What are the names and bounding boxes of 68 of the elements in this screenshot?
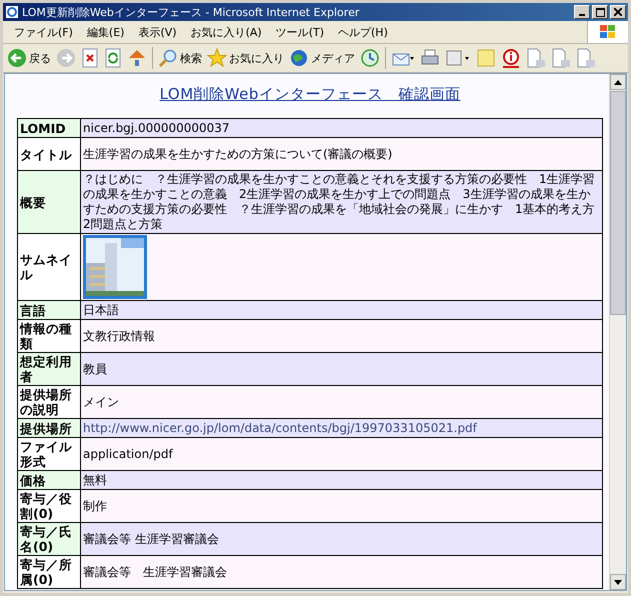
field-label: 情報の種類 — [18, 320, 80, 352]
doc-button[interactable] — [551, 48, 571, 68]
field-value: 文教行政情報 — [80, 320, 602, 352]
note-icon — [476, 48, 496, 68]
field-label: 寄与／氏名(0) — [18, 522, 80, 556]
scrollbar[interactable] — [609, 74, 626, 590]
maximize-button[interactable] — [592, 5, 608, 19]
file-link[interactable]: http://www.nicer.go.jp/lom/data/contents/bgj/1997033105021.pdf — [80, 418, 602, 438]
menu-item[interactable]: 編集(E) — [80, 24, 132, 40]
globe-icon — [289, 48, 309, 68]
field-value: 日本語 — [80, 300, 602, 320]
home-button[interactable] — [127, 48, 147, 68]
field-value: メイン — [80, 386, 602, 418]
field-value: 制作 — [80, 490, 602, 522]
clock-icon — [360, 48, 380, 68]
info-button[interactable] — [501, 48, 521, 68]
document-icon — [576, 48, 596, 68]
field-label: 提供場所 — [18, 418, 80, 438]
maximize-icon — [596, 8, 604, 16]
document-icon — [551, 48, 571, 68]
menu-item[interactable]: 表示(V) — [131, 24, 184, 40]
field-label: ファイル形式 — [18, 438, 80, 470]
star-icon — [207, 48, 227, 68]
field-value: 教員 — [80, 352, 602, 386]
close-icon — [614, 8, 622, 16]
field-value: ？はじめに ？生涯学習の成果を生かすことの意義とそれを支援する方策の必要性 1生涯学習の成果を生かすことの意義 2生涯学習の成果を生かす上での問題点 3生涯学習の成果を生かすための支援方策の必要性 ？生涯学習の成果を「地域社会の発展」に生かす 1基本的考え方 2問題点と方策 — [80, 170, 602, 234]
menu-item[interactable]: ファイル(F) — [7, 24, 80, 40]
field-label: 想定利用者 — [18, 352, 80, 386]
search-icon — [158, 48, 178, 68]
search-button[interactable]: 検索 — [158, 48, 202, 68]
scroll-up-icon[interactable] — [614, 80, 622, 84]
document-icon — [526, 48, 546, 68]
info-icon — [501, 48, 521, 68]
back-button[interactable]: 戻る — [7, 48, 51, 68]
minimize-button[interactable] — [574, 5, 590, 19]
field-label: 価格 — [18, 470, 80, 490]
refresh-button[interactable] — [104, 48, 122, 68]
field-label: タイトル — [18, 138, 80, 170]
field-label: 提供場所の説明 — [18, 386, 80, 418]
window-title: LOM更新削除Webインターフェース - Microsoft Internet Explorer — [22, 4, 360, 20]
field-value: 生涯学習の成果を生かすための方策について(審議の概要) — [80, 138, 602, 170]
scroll-down-icon[interactable] — [614, 580, 622, 584]
favorites-button[interactable]: お気に入り — [207, 48, 284, 68]
close-button[interactable] — [610, 5, 626, 19]
menu-item[interactable]: ヘルプ(H) — [331, 24, 395, 40]
media-button[interactable]: メディア — [289, 48, 355, 68]
menu-item[interactable]: お気に入り(A) — [184, 24, 269, 40]
field-label: 寄与／役割(0) — [18, 490, 80, 522]
field-label: サムネイル — [18, 234, 80, 300]
field-value: 審議会等 生涯学習審議会 — [80, 556, 602, 588]
stop-button[interactable] — [81, 48, 99, 68]
refresh-icon — [104, 48, 122, 68]
doc-button[interactable] — [576, 48, 596, 68]
home-icon — [127, 48, 147, 68]
menu-item[interactable]: ツール(T) — [268, 24, 331, 40]
stop-icon — [81, 48, 99, 68]
page-heading: LOM削除Webインターフェース 確認画面 — [160, 85, 460, 103]
browser-logo-icon — [5, 5, 19, 19]
field-value: 審議会等 生涯学習審議会 — [80, 522, 602, 556]
field-value: 無料 — [80, 470, 602, 490]
history-button[interactable] — [360, 48, 380, 68]
field-value: nicer.bgj.000000000037 — [80, 118, 602, 138]
field-value: application/pdf — [80, 438, 602, 470]
field-label: 言語 — [18, 300, 80, 320]
field-label: 寄与／所属(0) — [18, 556, 80, 588]
field-label: 概要 — [18, 170, 80, 234]
field-label: LOMID — [18, 118, 80, 138]
doc-button[interactable] — [526, 48, 546, 68]
